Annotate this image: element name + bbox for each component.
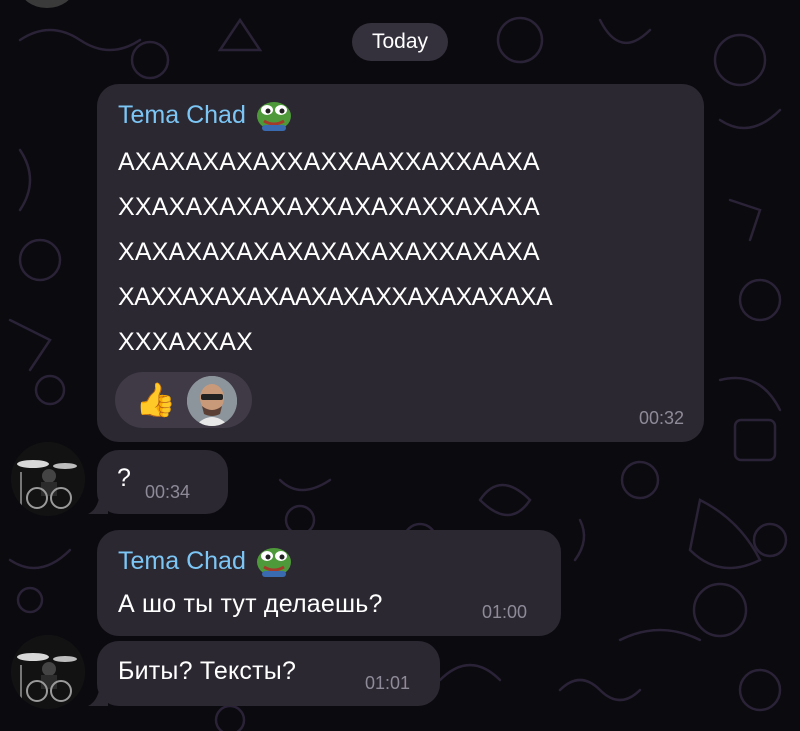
reaction-user-avatar [187, 376, 237, 426]
drummer-avatar-icon [11, 635, 85, 709]
message-line: АХАХАХАХАХХАХХААХХАХХААХА [118, 148, 540, 176]
message-time: 01:01 [365, 673, 411, 693]
message-time: 00:34 [145, 482, 191, 502]
message-text: ? [117, 464, 132, 492]
drummer-avatar-icon [11, 442, 85, 516]
avatar[interactable] [11, 442, 85, 516]
message-time: 00:32 [638, 408, 684, 428]
sender-name[interactable]: Tema Chad [118, 101, 246, 130]
thumbs-up-icon: 👍 [135, 381, 177, 418]
pepe-sticker-icon [256, 548, 291, 577]
pepe-sticker-icon [256, 102, 291, 131]
avatar[interactable] [11, 635, 85, 709]
avatar-photo [187, 376, 237, 426]
message-line: ХХАХАХАХАХАХХАХАХАХХАХАХА [118, 193, 540, 221]
message-time: 01:00 [482, 602, 528, 622]
message-line: ХАХХАХАХАХААХАХАХХАХАХАХАХА [118, 283, 553, 311]
message-line: ХХХАХХАХ [118, 328, 253, 356]
date-separator: Today [352, 23, 448, 61]
message-text: А шо ты тут делаешь? [118, 590, 383, 618]
message-text: Биты? Тексты? [118, 657, 297, 685]
message-bubble[interactable]: ? 00:34 [97, 450, 228, 514]
sender-row: Tema Chad [118, 98, 294, 132]
sender-row: Tema Chad [118, 544, 294, 578]
message-bubble[interactable]: Tema Chad А шо ты тут делаешь? 01:00 [97, 530, 561, 636]
message-bubble[interactable]: Биты? Тексты? 01:01 [97, 641, 440, 706]
reactions-pill[interactable]: 👍 [115, 372, 252, 428]
message-line: ХАХАХАХАХАХАХАХАХАХХАХАХА [118, 238, 540, 266]
sender-name[interactable]: Tema Chad [118, 547, 246, 576]
message-text: АХАХАХАХАХХАХХААХХАХХААХА ХХАХАХАХАХАХХА… [118, 140, 553, 365]
